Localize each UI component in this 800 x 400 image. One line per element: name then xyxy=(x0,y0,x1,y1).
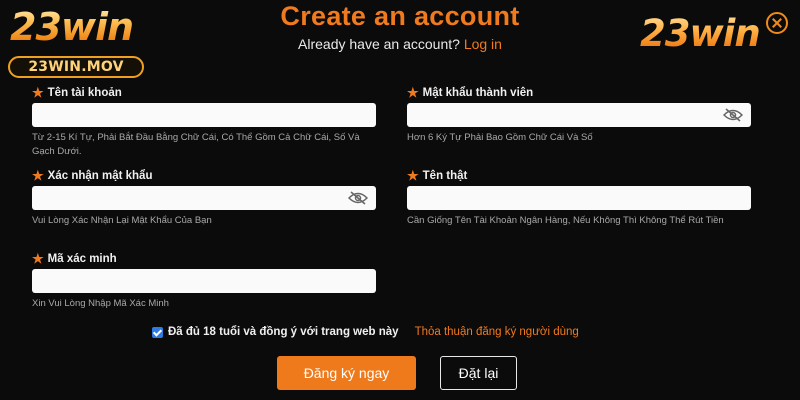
login-link[interactable]: Log in xyxy=(464,36,502,52)
eye-off-icon[interactable] xyxy=(723,108,743,122)
star-icon: ★ xyxy=(32,251,44,266)
password-hint: Hơn 6 Ký Tự Phải Bao Gồm Chữ Cái Và Số xyxy=(407,132,593,143)
agreement-text: Đã đủ 18 tuổi và đồng ý với trang web nà… xyxy=(168,326,399,338)
username-hint: Từ 2-15 Kí Tự, Phải Bắt Đầu Bằng Chữ Cái… xyxy=(32,132,360,157)
terms-link[interactable]: Thỏa thuận đăng ký người dùng xyxy=(415,326,579,338)
verify-code-field-group: ★ Mã xác minh Xin Vui Lòng Nhập Mã Xác M… xyxy=(32,252,382,311)
eye-off-icon[interactable] xyxy=(348,191,368,205)
logo-badge: 23WIN.MOV xyxy=(8,56,144,78)
username-input[interactable] xyxy=(32,103,376,127)
confirm-password-hint: Vui Lòng Xác Nhận Lại Mật Khẩu Của Bạn xyxy=(32,215,212,226)
page-title: Create an account xyxy=(280,1,520,31)
verify-code-label: Mã xác minh xyxy=(47,253,117,265)
register-button[interactable]: Đăng ký ngay xyxy=(277,356,416,390)
real-name-label: Tên thật xyxy=(422,170,468,182)
star-icon: ★ xyxy=(407,168,419,183)
reset-button[interactable]: Đặt lại xyxy=(440,356,517,390)
real-name-field-group: ★ Tên thật Cần Giống Tên Tài Khoản Ngân … xyxy=(407,169,752,228)
login-prompt: Already have an account? Log in xyxy=(0,36,800,52)
real-name-hint: Cần Giống Tên Tài Khoản Ngân Hàng, Nếu K… xyxy=(407,215,724,226)
agreement-row: Đã đủ 18 tuổi và đồng ý với trang web nà… xyxy=(152,326,579,338)
login-prompt-text: Already have an account? xyxy=(298,36,460,52)
verify-code-input[interactable] xyxy=(32,269,376,293)
confirm-password-label: Xác nhận mật khẩu xyxy=(47,170,153,182)
password-field-group: ★ Mật khẩu thành viên Hơn 6 Ký Tự Phải B… xyxy=(407,86,757,145)
star-icon: ★ xyxy=(32,168,44,183)
verify-code-hint: Xin Vui Lòng Nhập Mã Xác Minh xyxy=(32,298,169,309)
real-name-input[interactable] xyxy=(407,186,751,210)
star-icon: ★ xyxy=(32,85,44,100)
password-input[interactable] xyxy=(407,103,751,127)
username-field-group: ★ Tên tài khoản Từ 2-15 Kí Tự, Phải Bắt … xyxy=(32,86,376,159)
agree-checkbox[interactable] xyxy=(152,326,163,338)
confirm-password-input[interactable] xyxy=(32,186,376,210)
confirm-password-field-group: ★ Xác nhận mật khẩu Vui Lòng Xác Nhận Lạ… xyxy=(32,169,382,228)
username-label: Tên tài khoản xyxy=(47,87,122,99)
password-label: Mật khẩu thành viên xyxy=(422,87,534,99)
star-icon: ★ xyxy=(407,85,419,100)
